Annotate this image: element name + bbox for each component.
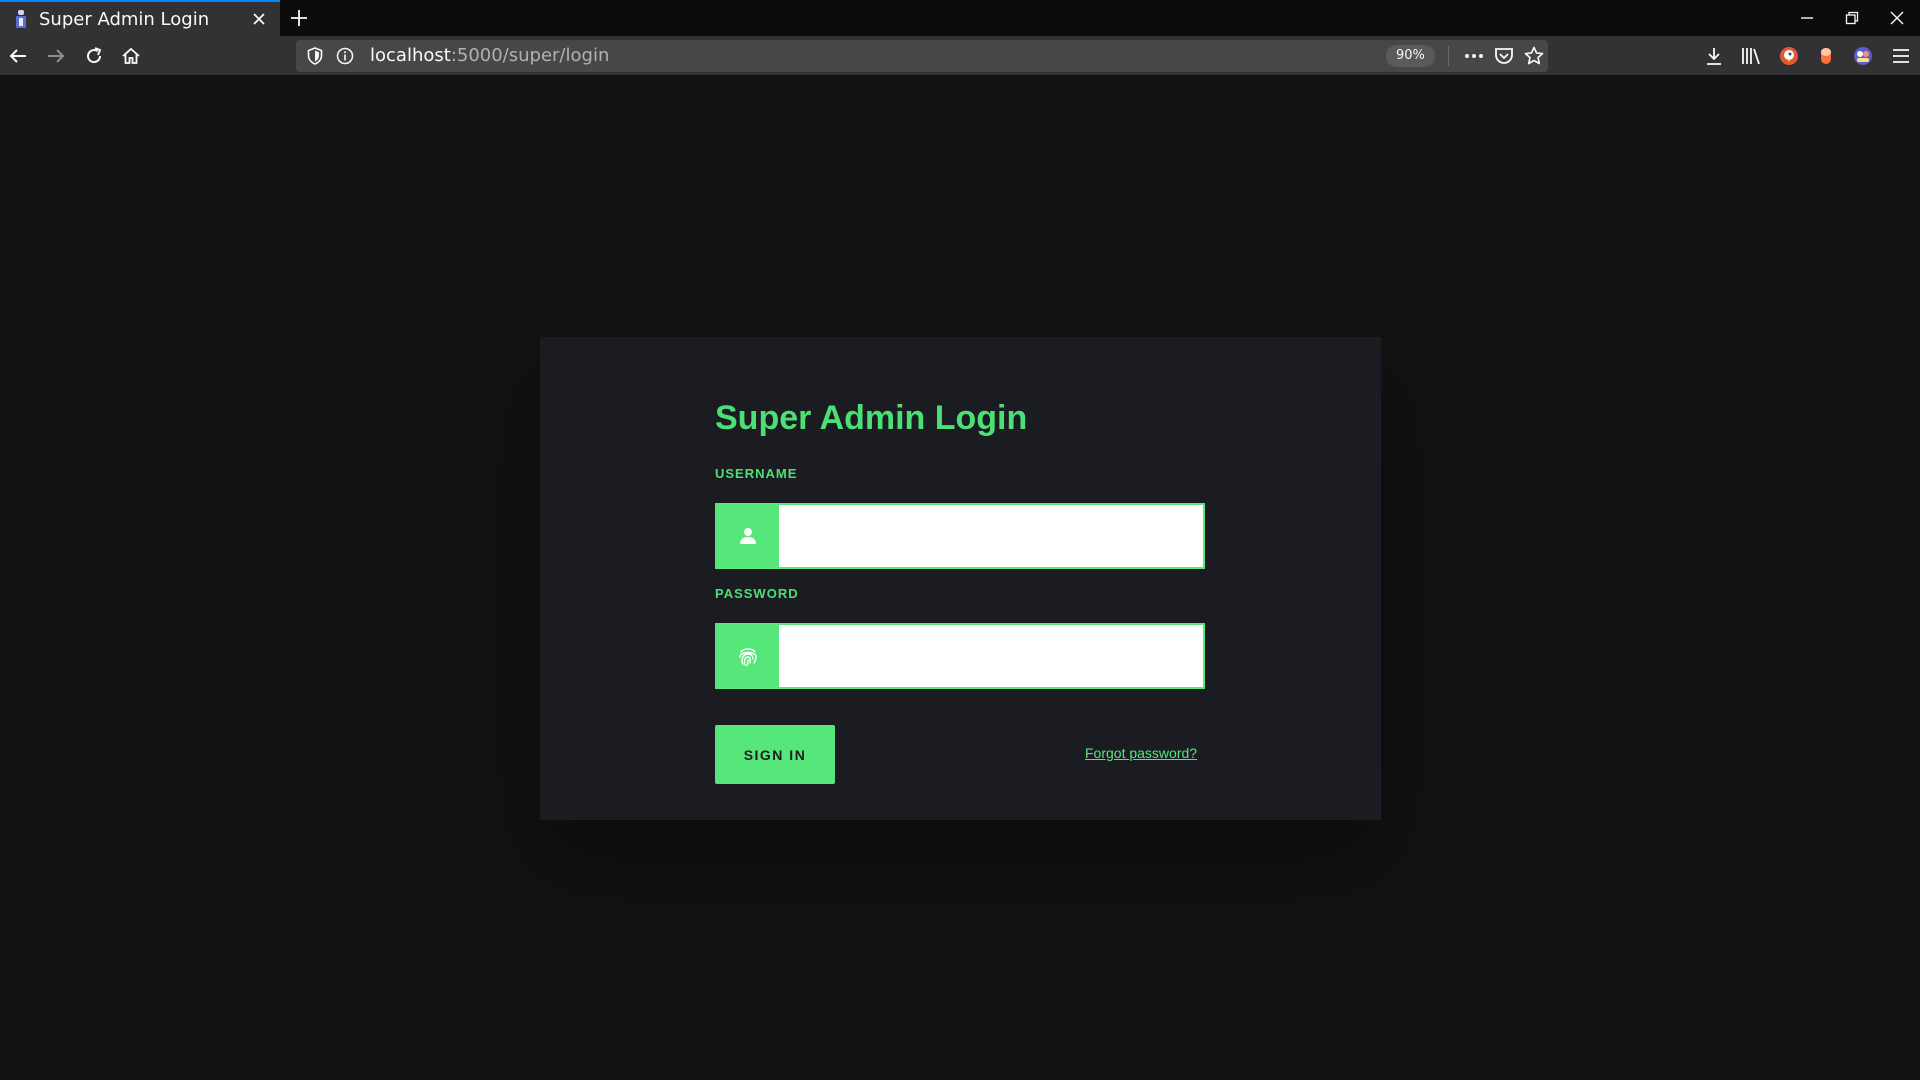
page-actions-icon[interactable]: [1462, 44, 1486, 68]
fingerprint-icon: [717, 625, 779, 687]
password-input[interactable]: [779, 625, 1203, 687]
extension-capsule-icon[interactable]: [1814, 44, 1838, 68]
username-label: USERNAME: [715, 466, 798, 481]
url-text[interactable]: localhost:5000/super/login: [370, 45, 609, 66]
bookmark-star-icon[interactable]: [1522, 44, 1546, 68]
downloads-icon[interactable]: [1702, 44, 1726, 68]
username-input[interactable]: [779, 505, 1203, 567]
password-label: PASSWORD: [715, 586, 799, 601]
forward-icon[interactable]: [43, 43, 69, 69]
sign-in-button[interactable]: SIGN IN: [715, 725, 835, 784]
reload-icon[interactable]: [81, 43, 107, 69]
url-bar[interactable]: localhost:5000/super/login 90%: [296, 40, 1548, 72]
duckduckgo-extension-icon[interactable]: [1777, 44, 1801, 68]
home-icon[interactable]: [118, 43, 144, 69]
url-bar-divider: [1448, 46, 1449, 66]
url-host: localhost: [370, 45, 451, 66]
pocket-icon[interactable]: [1492, 44, 1516, 68]
tab-title: Super Admin Login: [39, 8, 210, 30]
tab-active[interactable]: Super Admin Login: [0, 0, 280, 36]
tab-strip: Super Admin Login: [0, 0, 1920, 36]
site-info-icon[interactable]: [335, 46, 355, 66]
multi-account-extension-icon[interactable]: [1851, 44, 1875, 68]
login-card: Super Admin Login USERNAME PASSWORD SIGN: [540, 337, 1381, 820]
close-window-icon[interactable]: [1885, 6, 1909, 30]
hamburger-menu-icon[interactable]: [1889, 44, 1913, 68]
minimize-icon[interactable]: [1795, 6, 1819, 30]
restore-icon[interactable]: [1840, 6, 1864, 30]
forgot-password-link[interactable]: Forgot password?: [1085, 745, 1197, 761]
page-viewport: Super Admin Login USERNAME PASSWORD SIGN: [0, 77, 1920, 1080]
tab-close-icon[interactable]: [246, 6, 272, 32]
tracking-shield-icon[interactable]: [305, 46, 325, 66]
page-favicon-icon: [11, 9, 31, 29]
library-icon[interactable]: [1740, 44, 1764, 68]
nav-toolbar: localhost:5000/super/login 90%: [0, 36, 1920, 76]
new-tab-icon[interactable]: [286, 5, 312, 31]
password-field[interactable]: [715, 623, 1205, 689]
url-path: :5000/super/login: [450, 45, 610, 66]
user-icon: [717, 505, 779, 567]
back-icon[interactable]: [5, 43, 31, 69]
page-title: Super Admin Login: [715, 399, 1028, 437]
username-field[interactable]: [715, 503, 1205, 569]
zoom-level-badge[interactable]: 90%: [1386, 45, 1435, 67]
